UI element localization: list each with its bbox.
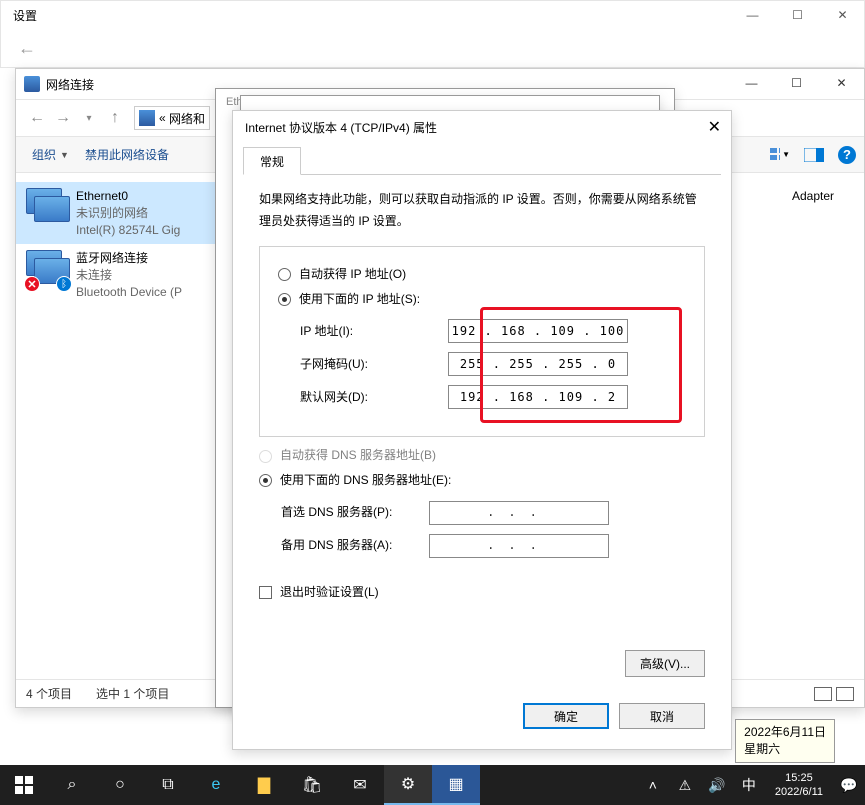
breadcrumb-prefix: «: [159, 111, 166, 125]
settings-maximize[interactable]: ☐: [775, 0, 820, 29]
adapter-list: Ethernet0 未识别的网络 Intel(R) 82574L Gig ✕ ᛒ…: [16, 174, 228, 679]
taskbar-taskview-icon[interactable]: ⧉: [144, 765, 192, 805]
tray-volume-icon[interactable]: 🔊: [701, 765, 733, 805]
radio-auto-dns: 自动获得 DNS 服务器地址(B): [259, 445, 705, 467]
label-ip-address: IP 地址(I):: [278, 321, 448, 343]
adapter-device: Bluetooth Device (P: [76, 284, 182, 301]
breadcrumb: 网络和: [169, 110, 205, 127]
ipv4-dialog-title: Internet 协议版本 4 (TCP/IPv4) 属性: [245, 119, 437, 136]
adapter-status: 未连接: [76, 267, 182, 284]
bluetooth-icon: ᛒ: [56, 276, 72, 292]
ok-button[interactable]: 确定: [523, 703, 609, 729]
tray-ime-icon[interactable]: 中: [733, 765, 765, 805]
radio-manual-ip[interactable]: 使用下面的 IP 地址(S):: [278, 289, 686, 311]
checkbox-validate[interactable]: [259, 586, 272, 599]
nav-fwd-icon[interactable]: →: [50, 109, 76, 127]
nav-up-icon[interactable]: ↑: [102, 109, 128, 127]
nav-history-icon[interactable]: ▾: [76, 113, 102, 124]
tray-chevron-icon[interactable]: ˄: [637, 765, 669, 805]
explorer-close[interactable]: ✕: [819, 69, 864, 97]
ipv4-description: 如果网络支持此功能，则可以获取自动指派的 IP 设置。否则，你需要从网络系统管理…: [259, 189, 705, 232]
toolbar-disable-device[interactable]: 禁用此网络设备: [77, 142, 177, 167]
address-icon: [139, 110, 155, 126]
adapter-name: 蓝牙网络连接: [76, 250, 182, 267]
radio-manual-dns[interactable]: 使用下面的 DNS 服务器地址(E):: [259, 470, 705, 492]
status-selected: 选中 1 个项目: [96, 685, 169, 702]
input-dns-secondary[interactable]: ...: [429, 534, 609, 558]
toolbar-organize[interactable]: 组织▼: [24, 142, 77, 167]
label-dns-secondary: 备用 DNS 服务器(A):: [259, 535, 429, 557]
tray-network-icon[interactable]: ⚠: [669, 765, 701, 805]
help-icon[interactable]: ?: [838, 146, 856, 164]
settings-minimize[interactable]: —: [730, 0, 775, 29]
label-default-gateway: 默认网关(D):: [278, 387, 448, 409]
address-bar[interactable]: « 网络和: [134, 106, 210, 130]
icons-view-icon[interactable]: [836, 687, 854, 701]
explorer-title: 网络连接: [46, 76, 94, 93]
taskbar-clock[interactable]: 15:252022/6/11: [765, 771, 833, 800]
taskbar-search-icon[interactable]: ⌕: [48, 765, 96, 805]
taskbar-settings-icon[interactable]: ⚙: [384, 765, 432, 805]
nav-back-icon[interactable]: ←: [24, 109, 50, 127]
label-subnet-mask: 子网掩码(U):: [278, 354, 448, 376]
preview-pane-icon[interactable]: [804, 145, 824, 165]
taskbar-store-icon[interactable]: 🛍: [288, 765, 336, 805]
cancel-button[interactable]: 取消: [619, 703, 705, 729]
ipv4-close-button[interactable]: ✕: [708, 117, 721, 137]
clock-tooltip: 2022年6月11日 星期六: [735, 719, 835, 763]
right-pane-label: Adapter: [792, 189, 834, 203]
disconnected-icon: ✕: [24, 276, 40, 292]
details-view-icon[interactable]: [814, 687, 832, 701]
adapter-bluetooth[interactable]: ✕ ᛒ 蓝牙网络连接 未连接 Bluetooth Device (P: [16, 244, 228, 306]
taskbar-explorer-icon[interactable]: ▇: [240, 765, 288, 805]
ipv4-properties-dialog: Internet 协议版本 4 (TCP/IPv4) 属性 ✕ 常规 如果网络支…: [232, 110, 732, 750]
adapter-status: 未识别的网络: [76, 205, 180, 222]
input-ip-address[interactable]: 192 . 168 . 109 . 100: [448, 319, 628, 343]
settings-window: 设置 — ☐ ✕ ←: [0, 0, 865, 68]
status-item-count: 4 个项目: [26, 685, 72, 702]
taskbar-control-panel-icon[interactable]: ▦: [432, 765, 480, 805]
settings-close[interactable]: ✕: [820, 0, 865, 29]
tab-general[interactable]: 常规: [243, 147, 301, 175]
advanced-button[interactable]: 高级(V)...: [625, 650, 705, 677]
label-validate: 退出时验证设置(L): [280, 582, 379, 604]
start-button[interactable]: [0, 765, 48, 805]
input-default-gateway[interactable]: 192 . 168 . 109 . 2: [448, 385, 628, 409]
explorer-maximize[interactable]: ☐: [774, 69, 819, 97]
radio-auto-ip[interactable]: 自动获得 IP 地址(O): [278, 264, 686, 286]
network-folder-icon: [24, 76, 40, 92]
tray-notifications-icon[interactable]: 💬: [833, 765, 865, 805]
settings-back-icon[interactable]: ←: [18, 38, 36, 59]
input-dns-primary[interactable]: ...: [429, 501, 609, 525]
adapter-device: Intel(R) 82574L Gig: [76, 222, 180, 239]
taskbar-edge-icon[interactable]: e: [192, 765, 240, 805]
taskbar-mail-icon[interactable]: ✉: [336, 765, 384, 805]
input-subnet-mask[interactable]: 255 . 255 . 255 . 0: [448, 352, 628, 376]
label-dns-primary: 首选 DNS 服务器(P):: [259, 502, 429, 524]
adapter-ethernet0[interactable]: Ethernet0 未识别的网络 Intel(R) 82574L Gig: [16, 182, 228, 244]
taskbar: ⌕ ○ ⧉ e ▇ 🛍 ✉ ⚙ ▦ ˄ ⚠ 🔊 中 15:252022/6/11…: [0, 765, 865, 805]
view-mode-icon[interactable]: ▼: [770, 145, 790, 165]
explorer-minimize[interactable]: —: [729, 69, 774, 97]
taskbar-cortana-icon[interactable]: ○: [96, 765, 144, 805]
adapter-name: Ethernet0: [76, 188, 180, 205]
